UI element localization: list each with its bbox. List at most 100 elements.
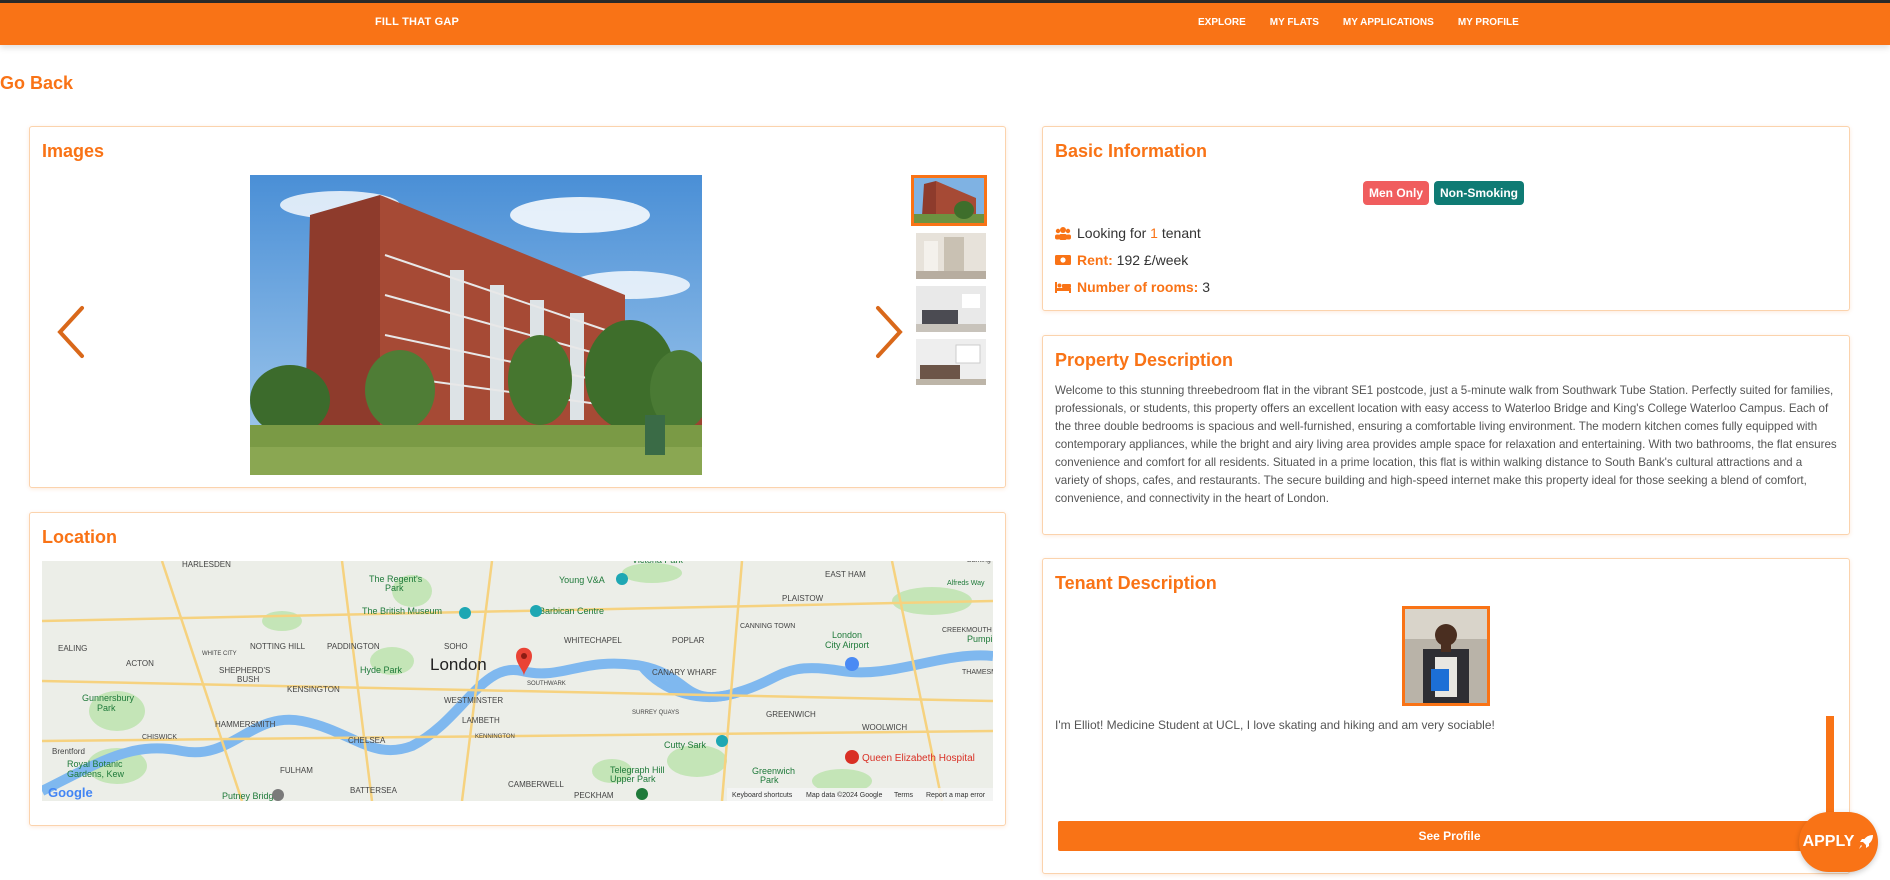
svg-text:KENNINGTON: KENNINGTON [475, 734, 515, 740]
svg-text:POPLAR: POPLAR [672, 636, 705, 645]
svg-text:LAMBETH: LAMBETH [462, 716, 500, 725]
svg-text:Park: Park [97, 703, 116, 713]
svg-text:The British Museum: The British Museum [362, 606, 442, 616]
svg-text:EALING: EALING [58, 644, 87, 653]
thumbnail-list [911, 175, 988, 392]
rocket-icon [1859, 835, 1874, 849]
svg-text:SURREY QUAYS: SURREY QUAYS [632, 710, 679, 716]
svg-text:ACTON: ACTON [126, 659, 154, 668]
svg-text:City Airport: City Airport [825, 640, 870, 650]
svg-text:Park: Park [760, 775, 779, 785]
brand-logo[interactable]: FILL THAT GAP [375, 16, 459, 28]
location-card: Location HARLESDEN NOTTING HILL PADDINGT… [29, 512, 1006, 826]
rooms-row: Number of rooms: 3 [1055, 279, 1210, 295]
svg-text:CANNING TOWN: CANNING TOWN [740, 623, 795, 630]
svg-text:Cutty Sark: Cutty Sark [664, 740, 707, 750]
images-card: Images [29, 126, 1006, 488]
svg-text:KENSINGTON: KENSINGTON [287, 685, 340, 694]
map-data-attribution: Map data ©2024 Google [806, 791, 882, 799]
rent-label: Rent: [1077, 252, 1113, 268]
svg-text:SOHO: SOHO [444, 642, 468, 651]
svg-text:HAMMERSMITH: HAMMERSMITH [215, 720, 276, 729]
apply-label: APPLY [1802, 833, 1855, 850]
non-smoking-badge: Non-Smoking [1434, 181, 1525, 205]
map[interactable]: HARLESDEN NOTTING HILL PADDINGTON SOHO W… [42, 561, 993, 801]
svg-text:Pumpin: Pumpin [967, 634, 993, 644]
svg-text:THAMESM: THAMESM [962, 669, 993, 676]
looking-prefix: Looking for [1077, 225, 1147, 241]
men-only-badge: Men Only [1363, 181, 1430, 205]
svg-text:Barking: Barking [967, 561, 991, 564]
svg-text:FULHAM: FULHAM [280, 766, 313, 775]
looking-suffix: tenant [1161, 225, 1201, 241]
apply-button[interactable]: APPLY [1799, 812, 1878, 872]
money-icon [1055, 255, 1071, 265]
google-logo: Google [48, 785, 93, 800]
nav-link-my-flats[interactable]: MY FLATS [1270, 17, 1319, 28]
tenant-avatar [1402, 606, 1490, 706]
thumbnail-4[interactable] [916, 339, 986, 385]
rent-value: 192 £/week [1116, 252, 1189, 268]
svg-text:CREEKMOUTH: CREEKMOUTH [942, 627, 992, 634]
svg-text:Hyde Park: Hyde Park [360, 665, 403, 675]
svg-text:BATTERSEA: BATTERSEA [350, 786, 398, 795]
nav-link-explore[interactable]: EXPLORE [1198, 17, 1246, 28]
svg-text:BUSH: BUSH [237, 675, 259, 684]
svg-text:WOOLWICH: WOOLWICH [862, 723, 907, 732]
nav-link-my-applications[interactable]: MY APPLICATIONS [1343, 17, 1434, 28]
svg-text:PLAISTOW: PLAISTOW [782, 594, 824, 603]
property-description-text: Welcome to this stunning threebedroom fl… [1055, 384, 1837, 505]
navbar: FILL THAT GAP EXPLORE MY FLATS MY APPLIC… [0, 3, 1890, 45]
bed-icon [1055, 282, 1071, 293]
svg-text:WESTMINSTER: WESTMINSTER [444, 696, 503, 705]
thumbnail-1[interactable] [911, 175, 987, 226]
svg-text:EAST HAM: EAST HAM [825, 570, 866, 579]
svg-text:Queen Elizabeth Hospital: Queen Elizabeth Hospital [862, 753, 975, 764]
tenant-bio: I'm Elliot! Medicine Student at UCL, I l… [1055, 718, 1495, 732]
map-terms: Terms [894, 792, 914, 799]
map-keyboard-shortcuts: Keyboard shortcuts [732, 792, 793, 799]
thumbnail-2[interactable] [916, 233, 986, 279]
svg-text:Royal Botanic: Royal Botanic [67, 759, 123, 769]
rooms-value: 3 [1202, 279, 1211, 295]
nav-links: EXPLORE MY FLATS MY APPLICATIONS MY PROF… [1198, 17, 1543, 28]
svg-text:Alfreds Way: Alfreds Way [947, 580, 985, 587]
svg-text:WHITE CITY: WHITE CITY [202, 651, 237, 657]
svg-text:SOUTHWARK: SOUTHWARK [527, 681, 566, 687]
next-image-arrow[interactable] [868, 302, 908, 362]
tenant-description-card: Tenant Description I'm Elliot! Medicine … [1042, 558, 1850, 874]
svg-text:SHEPHERD'S: SHEPHERD'S [219, 666, 270, 675]
svg-text:PADDINGTON: PADDINGTON [327, 642, 380, 651]
svg-text:NOTTING HILL: NOTTING HILL [250, 642, 306, 651]
svg-text:Brentford: Brentford [52, 747, 85, 756]
svg-text:CAMBERWELL: CAMBERWELL [508, 780, 564, 789]
see-profile-button[interactable]: See Profile [1058, 821, 1841, 851]
svg-text:London: London [430, 655, 487, 674]
svg-text:Park: Park [385, 583, 404, 593]
svg-text:WHITECHAPEL: WHITECHAPEL [564, 636, 622, 645]
basic-information-title: Basic Information [1055, 141, 1208, 161]
map-report-error: Report a map error [926, 792, 986, 799]
rent-row: Rent: 192 £/week [1055, 252, 1188, 268]
svg-text:London: London [832, 630, 862, 640]
svg-text:Upper Park: Upper Park [610, 774, 656, 784]
svg-text:Gardens, Kew: Gardens, Kew [67, 769, 125, 779]
tenant-count: 1 [1150, 225, 1158, 241]
svg-text:Young V&A: Young V&A [559, 575, 605, 585]
basic-information-card: Basic Information Men Only Non-Smoking L… [1042, 126, 1850, 311]
svg-text:CHELSEA: CHELSEA [348, 736, 386, 745]
svg-text:HARLESDEN: HARLESDEN [182, 561, 231, 569]
svg-text:Putney Bridge: Putney Bridge [222, 791, 279, 801]
nav-link-my-profile[interactable]: MY PROFILE [1458, 17, 1519, 28]
previous-image-arrow[interactable] [52, 302, 92, 362]
go-back-link[interactable]: Go Back [0, 73, 73, 94]
tenants-wanted-row: Looking for 1 tenant [1055, 225, 1201, 241]
thumbnail-3[interactable] [916, 286, 986, 332]
svg-text:GREENWICH: GREENWICH [766, 710, 816, 719]
location-title: Location [42, 527, 117, 547]
property-description-card: Property Description Welcome to this stu… [1042, 335, 1850, 535]
users-icon [1055, 227, 1071, 240]
property-description-title: Property Description [1055, 350, 1234, 370]
main-photo [250, 175, 702, 475]
scrollbar-thumb[interactable] [1826, 716, 1834, 820]
